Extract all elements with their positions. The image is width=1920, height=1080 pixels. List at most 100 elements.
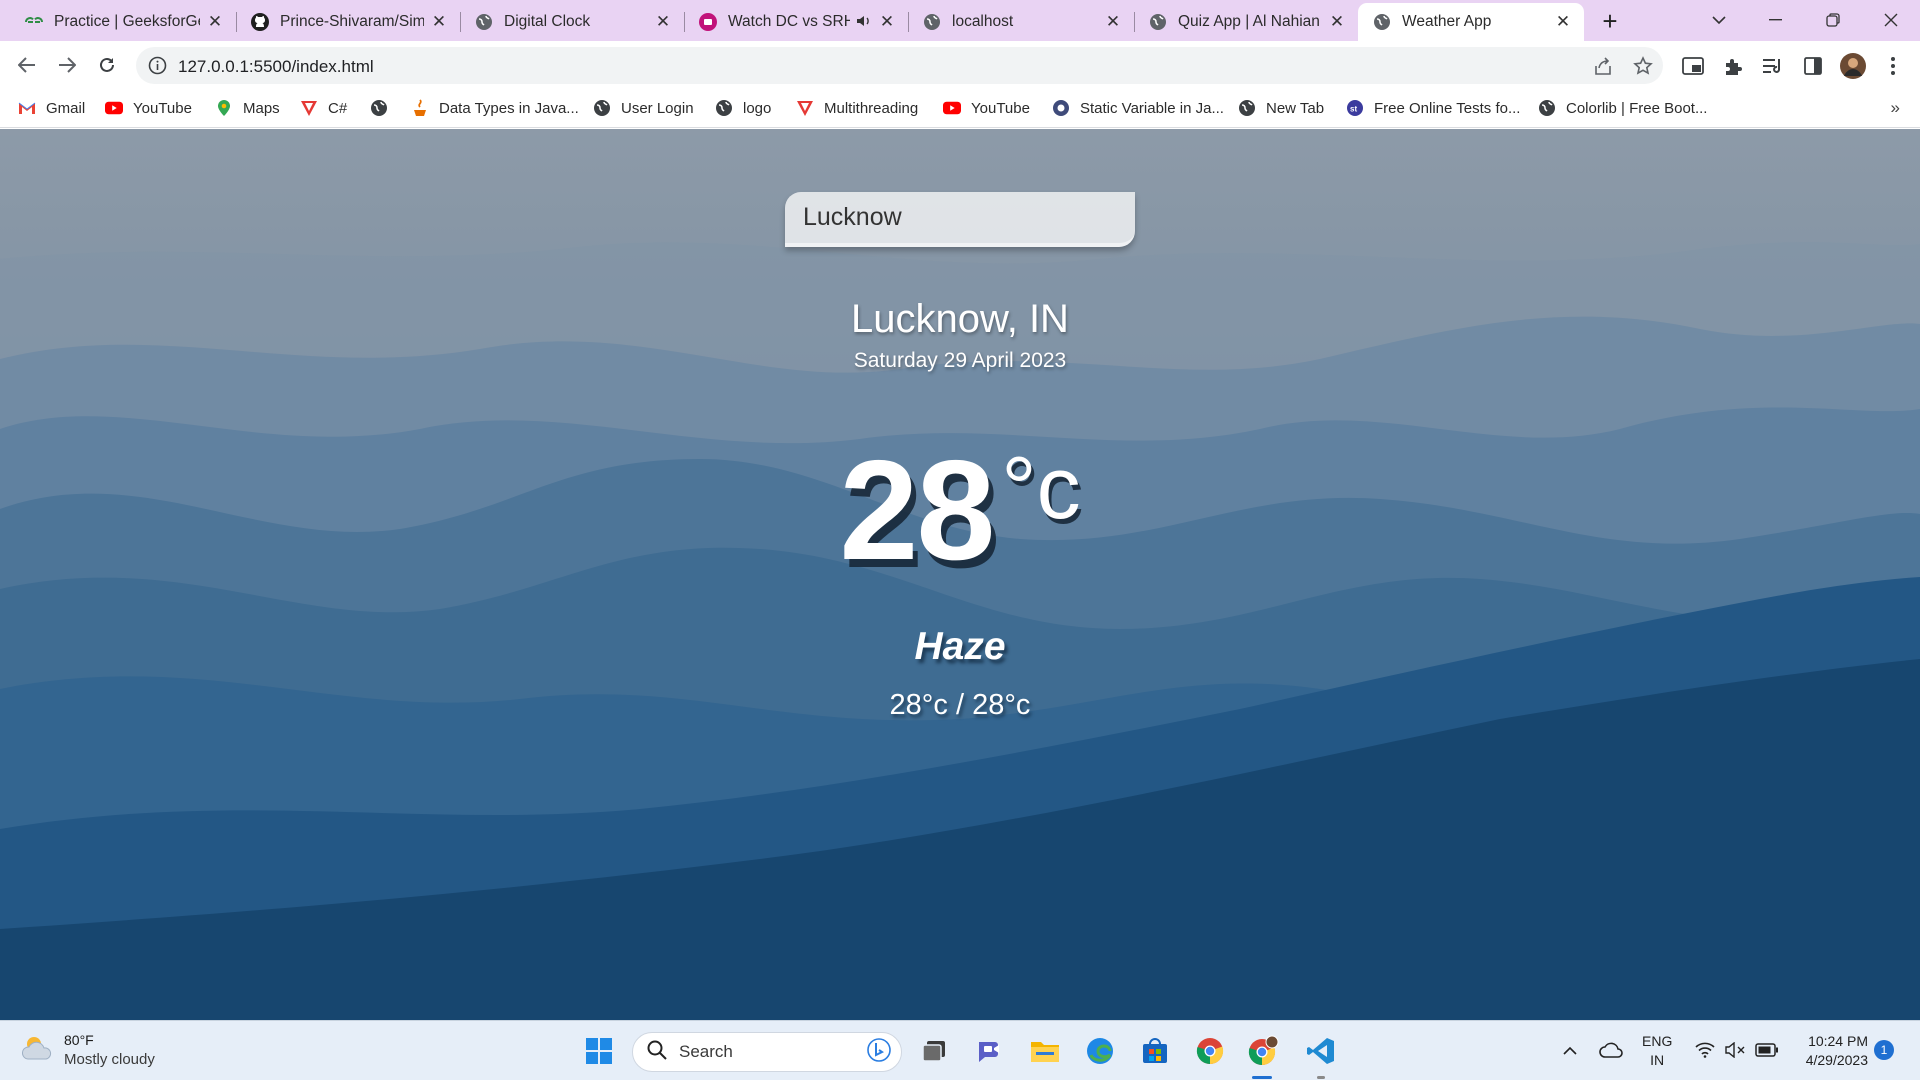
bookmarks-bar: Gmail YouTube Maps C# Data Types in Java… (0, 90, 1920, 128)
reload-button[interactable] (91, 49, 123, 81)
bookmark-static-variable[interactable]: Static Variable in Ja... (1052, 90, 1224, 126)
tab-title: Weather App (1402, 13, 1492, 30)
bookmark-label: Maps (243, 99, 280, 117)
new-tab-button[interactable]: + (1596, 8, 1624, 36)
forward-button[interactable] (51, 49, 83, 81)
temperature-value: 28 (839, 431, 995, 590)
close-icon[interactable]: ✕ (1554, 12, 1572, 31)
taskbar-search[interactable]: Search (632, 1032, 902, 1072)
task-view-icon[interactable] (917, 1034, 951, 1068)
close-icon[interactable]: ✕ (206, 12, 224, 31)
bookmark-new-tab[interactable]: New Tab (1238, 90, 1324, 126)
bookmark-label: YouTube (133, 99, 192, 117)
onedrive-cloud-icon[interactable] (1598, 1038, 1624, 1062)
bookmark-maps[interactable]: Maps (215, 90, 280, 126)
youtube-icon (943, 99, 961, 117)
tab-github[interactable]: Prince-Shivaram/Simple ✕ (236, 3, 461, 41)
system-clock[interactable]: 10:24 PM 4/29/2023 (1788, 1032, 1868, 1070)
bookmark-label: Gmail (46, 99, 86, 117)
bookmark-globe[interactable] (370, 90, 398, 126)
reading-list-icon[interactable] (1760, 53, 1786, 79)
geeksforgeeks-icon (24, 12, 44, 32)
bookmark-youtube-2[interactable]: YouTube (943, 90, 1030, 126)
globe-icon (1148, 12, 1168, 32)
clock-time: 10:24 PM (1808, 1033, 1868, 1049)
close-icon[interactable]: ✕ (654, 12, 672, 31)
file-explorer-icon[interactable] (1028, 1034, 1062, 1068)
speaker-icon[interactable] (856, 14, 872, 31)
teams-chat-icon[interactable] (973, 1034, 1007, 1068)
bookmark-multithreading[interactable]: Multithreading (796, 90, 918, 126)
bookmark-label: C# (328, 99, 348, 117)
bookmark-user-login[interactable]: User Login (593, 90, 694, 126)
side-panel-icon[interactable] (1800, 53, 1826, 79)
bookmark-label: Colorlib | Free Boot... (1566, 99, 1708, 117)
st-icon: st (1346, 99, 1364, 117)
close-icon[interactable]: ✕ (430, 12, 448, 31)
weather-app-page: Lucknow, IN Saturday 29 April 2023 28°c … (0, 129, 1920, 1020)
chrome-profile-icon[interactable] (1246, 1034, 1280, 1068)
notification-badge[interactable]: 1 (1874, 1040, 1894, 1060)
cloudy-weather-icon (20, 1033, 54, 1068)
media-cast-icon[interactable] (1680, 53, 1706, 79)
restore-button[interactable] (1818, 8, 1848, 32)
bookmarks-overflow-icon[interactable]: » (1891, 98, 1900, 118)
minimize-button[interactable] (1760, 8, 1790, 32)
vscode-icon[interactable] (1304, 1034, 1338, 1068)
bookmark-csharp[interactable]: C# (300, 90, 347, 126)
bing-icon (867, 1037, 891, 1067)
edge-browser-icon[interactable] (1083, 1034, 1117, 1068)
tab-geeksforgeeks[interactable]: Practice | GeeksforGeeks ✕ (10, 3, 237, 41)
battery-icon[interactable] (1754, 1038, 1780, 1062)
dark-circle-icon (1052, 99, 1070, 117)
red-v-icon (796, 99, 814, 117)
bookmark-gmail[interactable]: Gmail (18, 90, 85, 126)
tab-localhost[interactable]: localhost ✕ (908, 3, 1135, 41)
avatar[interactable] (1838, 51, 1868, 81)
tab-quiz-app[interactable]: Quiz App | Al Nahian ✕ (1134, 3, 1358, 41)
windows-start-icon[interactable] (582, 1034, 616, 1068)
bookmark-label: YouTube (971, 99, 1030, 117)
browser-toolbar: 127.0.0.1:5500/index.html (0, 41, 1920, 90)
chevron-up-icon[interactable] (1560, 1038, 1580, 1062)
bookmark-label: Multithreading (824, 99, 919, 117)
bookmark-logo[interactable]: logo (715, 90, 771, 126)
close-icon[interactable]: ✕ (1104, 12, 1122, 31)
volume-muted-icon[interactable] (1724, 1038, 1746, 1062)
microsoft-store-icon[interactable] (1138, 1034, 1172, 1068)
input-language-indicator[interactable]: ENG IN (1642, 1032, 1672, 1070)
site-info-icon[interactable] (148, 56, 167, 75)
chrome-icon[interactable] (1193, 1034, 1227, 1068)
weather-condition: Haze (914, 625, 1006, 668)
bookmark-star-icon[interactable] (1631, 54, 1655, 78)
bookmark-free-online-tests[interactable]: st Free Online Tests fo... (1346, 90, 1520, 126)
close-icon[interactable]: ✕ (878, 12, 896, 31)
bookmark-data-types-java[interactable]: Data Types in Java... (411, 90, 579, 126)
weather-widget[interactable]: 80°F Mostly cloudy (20, 1031, 155, 1069)
tab-watch-dc-vs-srh[interactable]: Watch DC vs SRH ✕ (684, 3, 909, 41)
address-bar[interactable]: 127.0.0.1:5500/index.html (136, 47, 1663, 84)
tab-title: Prince-Shivaram/Simple (280, 13, 424, 30)
tab-search-icon[interactable] (1704, 8, 1734, 32)
extensions-icon[interactable] (1720, 53, 1746, 79)
close-window-button[interactable] (1876, 8, 1906, 32)
running-app-indicator (1317, 1076, 1325, 1079)
globe-icon (370, 99, 388, 117)
city-search-input[interactable] (785, 192, 1135, 247)
wifi-icon[interactable] (1694, 1038, 1716, 1062)
jiocinema-icon (698, 12, 718, 32)
active-app-indicator (1252, 1076, 1272, 1079)
svg-text:st: st (1350, 105, 1357, 114)
globe-icon (922, 12, 942, 32)
share-icon[interactable] (1591, 54, 1615, 78)
close-icon[interactable]: ✕ (1328, 12, 1346, 31)
bookmark-label: User Login (621, 99, 694, 117)
bookmark-colorlib[interactable]: Colorlib | Free Boot... (1538, 90, 1707, 126)
bookmark-youtube[interactable]: YouTube (105, 90, 192, 126)
tab-title: localhost (952, 13, 1014, 30)
back-button[interactable] (11, 49, 43, 81)
tab-digital-clock[interactable]: Digital Clock ✕ (460, 3, 685, 41)
menu-dots-icon[interactable] (1880, 53, 1906, 79)
tab-title: Quiz App | Al Nahian (1178, 13, 1320, 30)
tab-weather-app[interactable]: Weather App ✕ (1358, 3, 1584, 41)
